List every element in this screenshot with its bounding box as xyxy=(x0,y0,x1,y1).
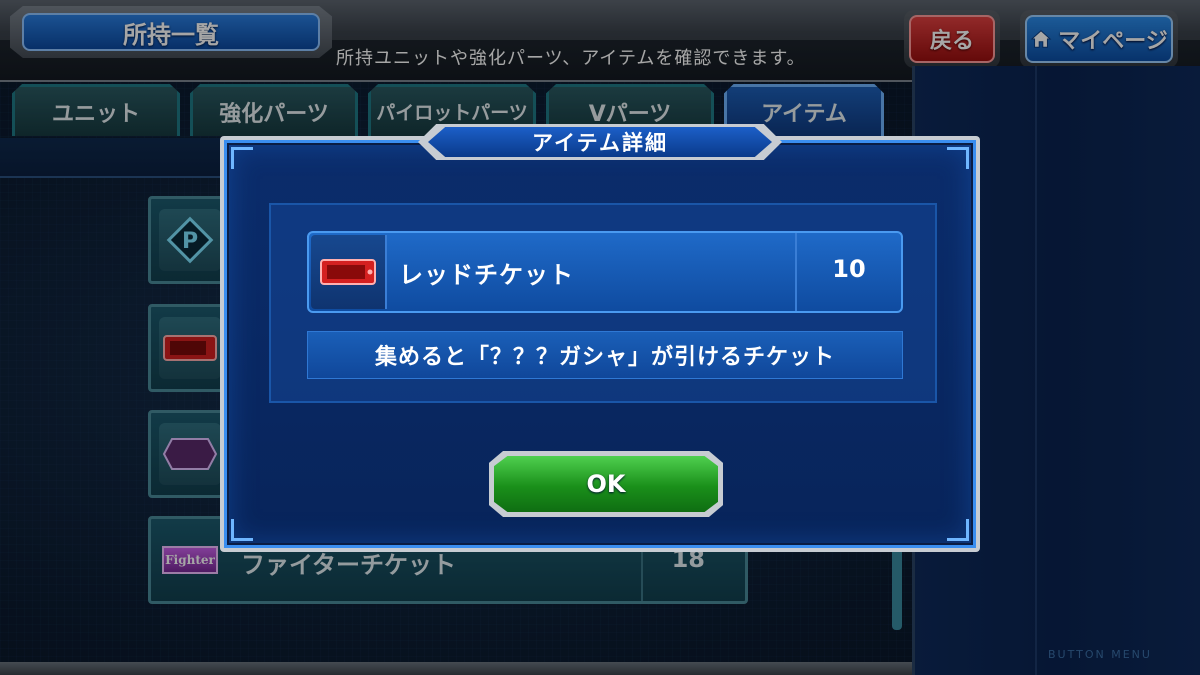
modal-title: アイテム詳細 xyxy=(428,127,772,157)
item-detail-modal: レッドチケット 10 集めると「？？？ガシャ」が引けるチケット OK xyxy=(220,136,980,552)
corner-ornament xyxy=(231,519,253,541)
red-ticket-icon xyxy=(311,235,387,309)
item-detail-modal-body: レッドチケット 10 集めると「？？？ガシャ」が引けるチケット OK xyxy=(224,140,976,548)
item-description: 集めると「？？？ガシャ」が引けるチケット xyxy=(307,331,903,379)
corner-ornament xyxy=(231,147,253,169)
item-detail-box: レッドチケット 10 集めると「？？？ガシャ」が引けるチケット xyxy=(269,203,937,403)
item-count: 10 xyxy=(832,255,866,283)
red-ticket-graphic xyxy=(320,259,376,285)
ok-button[interactable]: OK xyxy=(489,451,723,517)
corner-ornament xyxy=(947,147,969,169)
item-row: レッドチケット 10 xyxy=(307,231,903,313)
ok-button-label: OK xyxy=(494,456,718,512)
item-name: レッドチケット xyxy=(399,261,574,289)
corner-ornament xyxy=(947,519,969,541)
item-divider xyxy=(795,233,797,311)
